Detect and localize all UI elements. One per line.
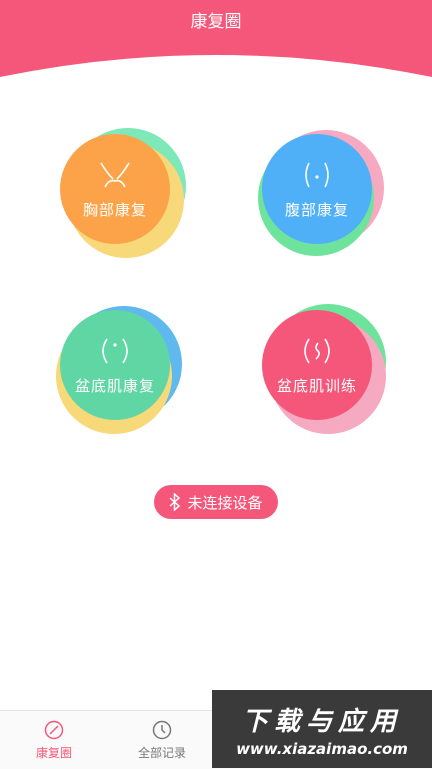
tab-all-records[interactable]: 全部记录: [108, 711, 216, 769]
module-label: 盆底肌康复: [74, 376, 155, 395]
watermark: 下载与应用 www.xiazaimao.com: [212, 690, 432, 768]
device-status-label: 未连接设备: [187, 493, 263, 512]
chest-rehab-button[interactable]: 胸部康复: [60, 134, 170, 244]
abdomen-rehab-button[interactable]: 腹部康复: [262, 134, 372, 244]
page-title: 康复圈: [190, 12, 242, 32]
page-header: 康复圈: [0, 0, 432, 44]
module-abdomen[interactable]: 腹部康复: [258, 128, 390, 260]
module-label: 盆底肌训练: [276, 376, 357, 395]
chest-icon: [100, 162, 130, 187]
module-label: 腹部康复: [284, 200, 349, 219]
module-pelvic-rehab[interactable]: 盆底肌康复: [56, 304, 188, 436]
connect-device-button[interactable]: 未连接设备: [154, 485, 278, 519]
module-pelvic-training[interactable]: 盆底肌训练: [258, 304, 390, 436]
abdomen-icon: [305, 162, 329, 187]
pelvic-rehab-button[interactable]: 盆底肌康复: [60, 310, 170, 420]
clock-icon: [152, 720, 172, 739]
tab-label: 全部记录: [137, 745, 186, 760]
tab-label: 康复圈: [35, 745, 72, 760]
tab-rehab-circle[interactable]: 康复圈: [0, 711, 108, 769]
pelvic-training-icon: [304, 338, 330, 363]
pelvic-icon: [102, 338, 128, 363]
compass-icon: [44, 720, 64, 739]
watermark-url: www.xiazaimao.com: [236, 739, 408, 758]
header-curve: [0, 43, 432, 77]
module-chest[interactable]: 胸部康复: [56, 128, 188, 260]
module-label: 胸部康复: [82, 200, 147, 219]
watermark-title: 下载与应用: [241, 706, 402, 737]
bluetooth-icon: [169, 493, 181, 511]
pelvic-training-button[interactable]: 盆底肌训练: [262, 310, 372, 420]
